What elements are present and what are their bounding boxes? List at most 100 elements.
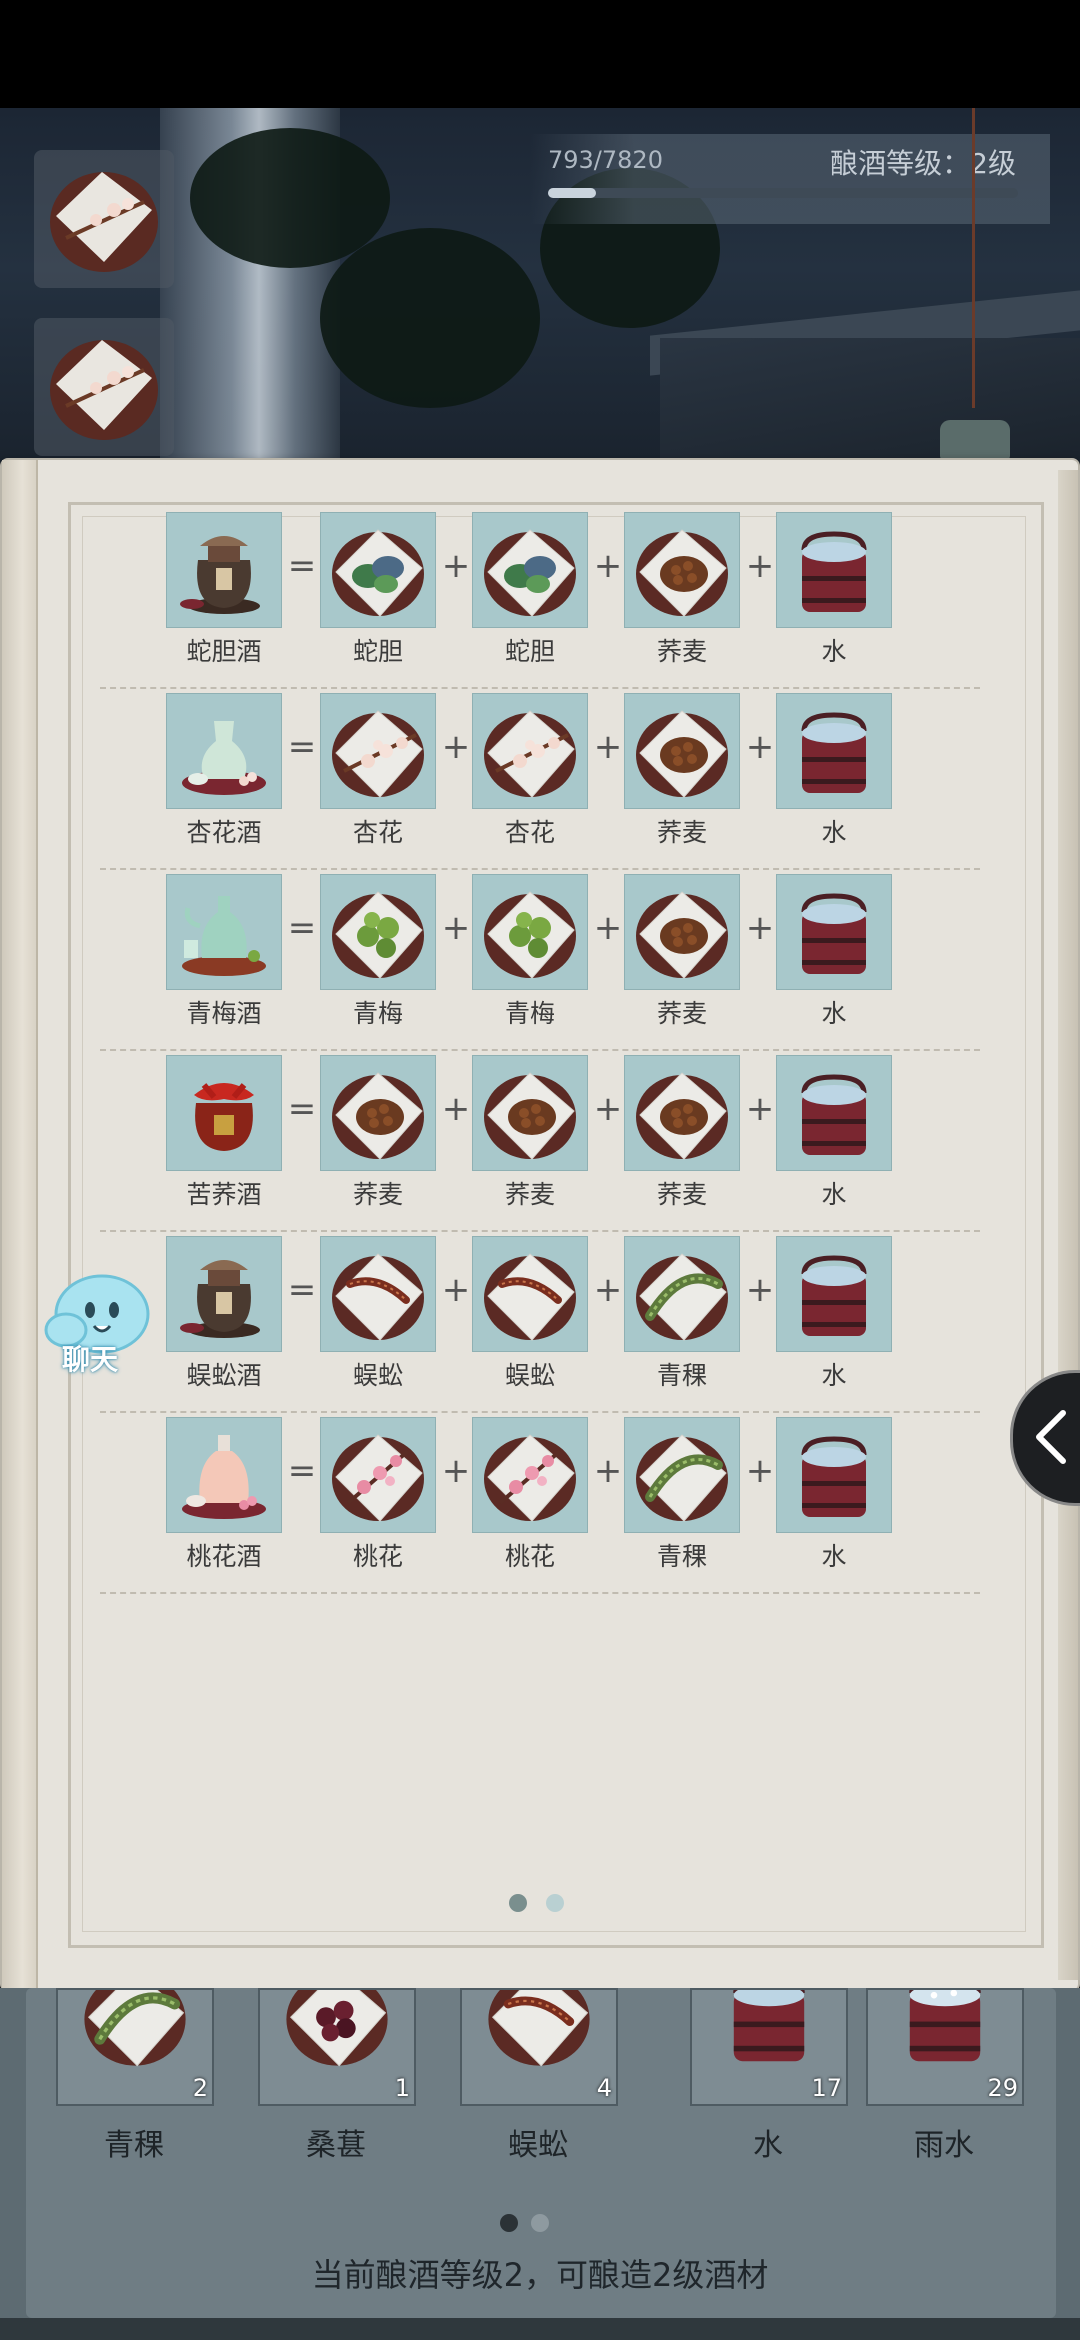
peach-blossom-icon (484, 1434, 576, 1522)
pager-dot[interactable] (546, 1894, 565, 1912)
buckwheat-icon (636, 710, 728, 798)
ingredient-slot-box (320, 874, 436, 990)
ingredient-slot[interactable]: 杏花 (320, 693, 436, 849)
pager-dot-active[interactable] (509, 1894, 527, 1912)
recipe-row[interactable]: 苦荞酒 = + + + 荞麦 荞麦 荞麦 水 (100, 1055, 980, 1236)
ingredient-slot[interactable]: 桃花 (472, 1417, 588, 1573)
recipe-row[interactable]: 杏花酒 = + + + 杏花 杏花 荞麦 水 (100, 693, 980, 874)
ingredient-slot-box (320, 693, 436, 809)
ingredient-slot[interactable]: 水 (776, 874, 892, 1030)
ingredient-slot[interactable]: 青梅 (472, 874, 588, 1030)
inventory-item[interactable]: 2 青稞 (56, 1988, 214, 2164)
item-count: 1 (394, 2074, 410, 2102)
ingredient-slot[interactable]: 荞麦 (624, 693, 740, 849)
hanging-ornament (940, 420, 1010, 460)
recipe-row[interactable]: 桃花酒 = + + + 桃花 桃花 青稞 水 (100, 1417, 980, 1598)
item-name: 水 (753, 2128, 783, 2163)
wine-slot[interactable]: 桃花酒 (166, 1417, 282, 1573)
buckwheat-icon (484, 1072, 576, 1160)
water-bucket-icon (801, 893, 867, 974)
inventory-item[interactable]: 29 雨水 (866, 1988, 1024, 2164)
pager-dot[interactable] (531, 2214, 550, 2232)
ingredient-name: 杏花 (352, 818, 403, 847)
ingredient-name: 蜈蚣 (504, 1361, 555, 1390)
ingredient-slot[interactable]: 蛇胆 (320, 512, 436, 668)
side-item-slot[interactable] (34, 150, 174, 288)
barley-icon (84, 1990, 186, 2067)
wine-slot[interactable]: 杏花酒 (166, 693, 282, 849)
ingredient-slot[interactable]: 青稞 (624, 1236, 740, 1392)
inventory-item[interactable]: 1 桑葚 (258, 1988, 416, 2164)
inventory-item[interactable]: 4 蜈蚣 (460, 1988, 618, 2164)
ingredient-slot-box (776, 1236, 892, 1352)
ingredient-slot[interactable]: 杏花 (472, 693, 588, 849)
ingredient-slot[interactable]: 水 (776, 1055, 892, 1211)
wine-plum-wine-kettle-icon (182, 896, 266, 976)
ingredient-slot-box (472, 874, 588, 990)
ingredient-slot[interactable]: 水 (776, 693, 892, 849)
item-count: 29 (987, 2074, 1018, 2102)
ingredient-slot-box (624, 1236, 740, 1352)
ingredient-name: 蜈蚣 (352, 1361, 403, 1390)
plus-sign: + (441, 546, 471, 586)
ingredient-slot[interactable]: 水 (776, 512, 892, 668)
ingredient-slot[interactable]: 荞麦 (624, 874, 740, 1030)
ingredient-slot-box (776, 1417, 892, 1533)
recipe-row[interactable]: 蛇胆酒 = + + + 蛇胆 蛇胆 荞麦 水 (100, 512, 980, 693)
plus-sign: + (441, 727, 471, 767)
ingredient-name: 水 (821, 1542, 847, 1571)
plus-sign: + (593, 908, 623, 948)
ingredient-slot[interactable]: 荞麦 (624, 512, 740, 668)
plus-sign: + (441, 1089, 471, 1129)
ingredient-slot[interactable]: 水 (776, 1236, 892, 1392)
ingredient-slot[interactable]: 青稞 (624, 1417, 740, 1573)
buckwheat-icon (636, 891, 728, 979)
snake-gall-icon (484, 529, 576, 617)
plus-sign: + (593, 1270, 623, 1310)
wine-name: 杏花酒 (186, 818, 262, 847)
recipe-row[interactable]: 蜈蚣酒 = + + + 蜈蚣 蜈蚣 青稞 水 (100, 1236, 980, 1417)
wine-apricot-wine-vase-icon (182, 721, 266, 795)
wine-name: 蜈蚣酒 (186, 1361, 262, 1390)
side-item-slot[interactable] (34, 318, 174, 456)
chat-label[interactable]: 聊天 (62, 1338, 118, 1378)
ingredient-slot[interactable]: 蜈蚣 (320, 1236, 436, 1392)
chevron-left-icon (1036, 1410, 1066, 1464)
highland-barley-icon (636, 1434, 728, 1522)
wine-slot[interactable]: 青梅酒 (166, 874, 282, 1030)
ingredient-slot-box (624, 1055, 740, 1171)
ingredient-slot[interactable]: 青梅 (320, 874, 436, 1030)
centipede-icon (488, 1990, 590, 2067)
ingredient-slot[interactable]: 桃花 (320, 1417, 436, 1573)
item-name: 桑葚 (306, 2128, 366, 2163)
inventory-item[interactable]: 17 水 (690, 1988, 848, 2164)
recipe-row[interactable]: 青梅酒 = + + + 青梅 青梅 荞麦 水 (100, 874, 980, 1055)
apricot-flower-icon (484, 710, 576, 798)
ingredient-name: 水 (821, 999, 847, 1028)
ingredient-slot[interactable]: 蛇胆 (472, 512, 588, 668)
ingredient-name: 水 (821, 637, 847, 666)
wine-peach-wine-bottle-icon (182, 1435, 266, 1519)
pager-dot-active[interactable] (500, 2214, 518, 2232)
ingredient-slot[interactable]: 荞麦 (320, 1055, 436, 1211)
wine-slot[interactable]: 苦荞酒 (166, 1055, 282, 1211)
ingredient-slot[interactable]: 水 (776, 1417, 892, 1573)
ingredient-slot-box (776, 1055, 892, 1171)
water-bucket-icon (801, 1436, 867, 1517)
wine-slot[interactable]: 蛇胆酒 (166, 512, 282, 668)
ingredient-slot[interactable]: 蜈蚣 (472, 1236, 588, 1392)
water-bucket-icon (801, 1255, 867, 1336)
building-image (660, 338, 1080, 463)
plus-sign: + (745, 1089, 775, 1129)
plus-sign: + (593, 1089, 623, 1129)
wine-slot-box (166, 1055, 282, 1171)
ingredient-slot[interactable]: 荞麦 (624, 1055, 740, 1211)
ingredient-name: 荞麦 (656, 1180, 707, 1209)
ingredient-name: 青稞 (656, 1542, 707, 1571)
wine-slot[interactable]: 蜈蚣酒 (166, 1236, 282, 1392)
ingredient-slot[interactable]: 荞麦 (472, 1055, 588, 1211)
equals-sign: = (287, 1451, 317, 1491)
ingredient-slot-box (624, 1417, 740, 1533)
centipede-icon (332, 1253, 424, 1341)
water-icon (733, 1990, 805, 2062)
